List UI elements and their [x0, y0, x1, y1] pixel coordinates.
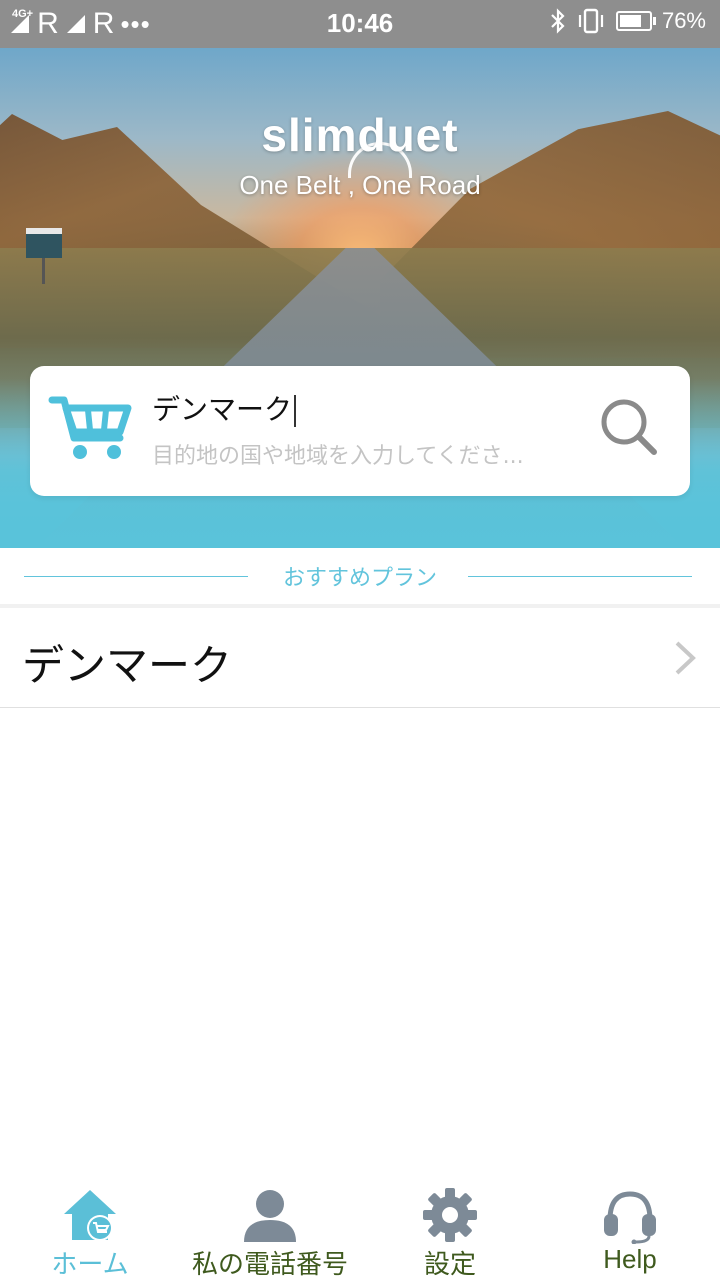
battery-percent: 76%	[661, 8, 706, 33]
bottom-tab-bar: ホーム 私の電話番号 設定 Help	[0, 1180, 720, 1280]
tab-settings[interactable]: 設定	[360, 1180, 540, 1280]
section-divider-right	[468, 576, 692, 577]
vibrate-icon	[578, 8, 604, 34]
tab-home-label: ホーム	[51, 1250, 129, 1280]
tab-settings-label: 設定	[423, 1250, 476, 1280]
tab-help[interactable]: Help	[540, 1180, 720, 1280]
search-input-value: デンマーク	[152, 393, 293, 426]
search-placeholder: 目的地の国や地域を入力してくださ...	[152, 444, 524, 469]
battery-icon	[615, 11, 656, 31]
battery-fill	[619, 15, 642, 27]
logo-text: slimduet	[261, 109, 459, 161]
bluetooth-icon	[551, 8, 565, 34]
hero-roadside-sign	[26, 228, 62, 258]
plan-list-item[interactable]: デンマーク	[0, 608, 720, 708]
recommended-header: おすすめプラン	[0, 548, 720, 606]
search-icon[interactable]	[598, 396, 660, 458]
search-card[interactable]: デンマーク 目的地の国や地域を入力してくださ...	[30, 366, 690, 496]
home-cart-icon	[64, 1190, 116, 1241]
status-right: 76%	[550, 8, 706, 34]
headset-icon	[604, 1191, 656, 1244]
tab-my-number[interactable]: 私の電話番号	[180, 1180, 360, 1280]
chevron-right-icon	[675, 641, 696, 675]
hero-sign-post	[42, 258, 45, 284]
hero-slogan: One Belt , One Road	[239, 170, 481, 200]
plan-item-label: デンマーク	[22, 641, 233, 690]
person-icon	[244, 1190, 296, 1242]
tab-my-number-label: 私の電話番号	[191, 1250, 348, 1280]
text-caret	[294, 395, 297, 427]
status-bar: 4G+ R R ••• 10:46 76%	[0, 0, 720, 48]
tab-home[interactable]: ホーム	[0, 1180, 180, 1280]
cart-icon	[48, 396, 132, 459]
gear-icon	[423, 1188, 477, 1242]
search-input[interactable]: デンマーク	[152, 388, 297, 428]
tab-help-label: Help	[603, 1244, 657, 1274]
